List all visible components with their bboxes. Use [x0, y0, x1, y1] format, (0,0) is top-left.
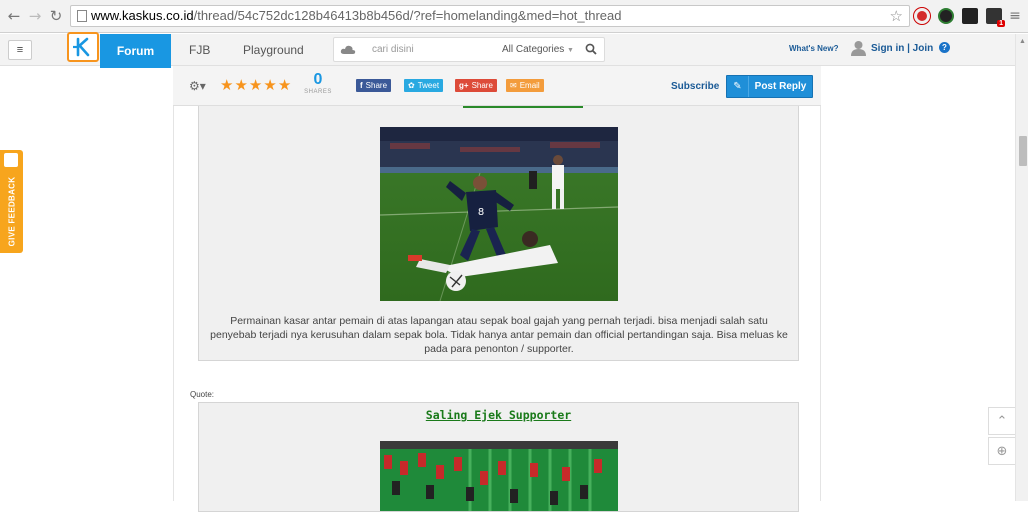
- back-icon[interactable]: ←: [6, 7, 22, 25]
- post-reply-label: Post Reply: [754, 81, 807, 92]
- extension-badge: 1: [997, 20, 1005, 27]
- help-icon[interactable]: ?: [939, 42, 950, 53]
- page-icon: [77, 10, 87, 22]
- search-icon[interactable]: [585, 43, 597, 55]
- opera-extension-icon[interactable]: [914, 8, 930, 24]
- browser-toolbar: ← → ↻ www.kaskus.co.id/thread/54c752dc12…: [0, 0, 1028, 33]
- gplus-icon: g+: [459, 81, 469, 90]
- tab-fjb[interactable]: FJB: [189, 34, 210, 66]
- star-icon[interactable]: ★: [234, 77, 247, 93]
- star-icon[interactable]: ★: [263, 77, 276, 93]
- category-select[interactable]: All Categories ▼: [502, 44, 574, 55]
- svg-text:8: 8: [478, 207, 484, 218]
- extension-icon[interactable]: [938, 8, 954, 24]
- star-icon[interactable]: ★: [220, 77, 233, 93]
- email-icon: ✉: [510, 81, 517, 90]
- add-button[interactable]: ⊕: [988, 437, 1016, 465]
- email-button[interactable]: ✉ Email: [506, 79, 544, 92]
- twitter-icon: ✿: [408, 81, 415, 90]
- sign-in-link[interactable]: Sign in | Join: [871, 43, 933, 54]
- give-feedback-tab[interactable]: GIVE FEEDBACK: [0, 150, 23, 253]
- reload-icon[interactable]: ↻: [48, 7, 64, 25]
- bookmark-star-icon[interactable]: ☆: [890, 6, 903, 26]
- football-foul-photo: 8: [380, 127, 618, 301]
- scroll-to-top-button[interactable]: ⌃: [988, 407, 1016, 435]
- post-reply-button[interactable]: ✎ Post Reply: [726, 75, 813, 98]
- url-path: /thread/54c752dc128b46413b8b456d/?ref=ho…: [193, 8, 622, 23]
- rating-stars[interactable]: ★ ★ ★ ★ ★: [220, 77, 291, 93]
- tab-forum[interactable]: Forum: [100, 34, 171, 68]
- star-icon[interactable]: ★: [278, 77, 291, 93]
- extension-icon-2[interactable]: [962, 8, 978, 24]
- email-label: Email: [519, 81, 540, 90]
- post-caption: Permainan kasar antar pemain di atas lap…: [210, 315, 788, 355]
- quote-title-link[interactable]: Saling Ejek Supporter: [199, 408, 798, 422]
- quote-block: 8 Permainan kasar antar pemain di atas l…: [198, 106, 799, 361]
- chrome-menu-icon[interactable]: ≡: [1007, 8, 1023, 24]
- kaskus-logo[interactable]: [67, 32, 99, 62]
- twitter-tweet-button[interactable]: ✿ Tweet: [404, 79, 444, 92]
- scroll-up-arrow-icon[interactable]: ▲: [1019, 38, 1026, 45]
- chevron-down-icon: ▼: [567, 47, 574, 54]
- user-icon: [851, 41, 866, 56]
- gear-icon[interactable]: ⚙▾: [189, 79, 206, 93]
- pencil-icon: ✎: [727, 76, 749, 97]
- share-count-value: 0: [313, 71, 323, 88]
- chevron-up-icon: ⌃: [996, 413, 1008, 429]
- scrollbar-thumb[interactable]: [1019, 136, 1027, 166]
- site-header: ≡ Forum FJB Playground cari disini All C…: [0, 32, 1015, 68]
- thread-toolbar: ⚙▾ ★ ★ ★ ★ ★ 0 SHARES f Share ✿ Tweet g+ Sh…: [173, 66, 821, 106]
- gplus-share-button[interactable]: g+ Share: [455, 79, 497, 92]
- star-icon[interactable]: ★: [249, 77, 262, 93]
- facebook-icon: f: [360, 81, 363, 90]
- extension-icon-3[interactable]: 1: [986, 8, 1005, 27]
- twitter-tweet-label: Tweet: [417, 81, 440, 90]
- tab-playground[interactable]: Playground: [243, 34, 304, 66]
- cloud-icon: [340, 45, 356, 54]
- forward-icon[interactable]: →: [27, 7, 43, 25]
- share-count: 0 SHARES: [304, 71, 332, 95]
- facebook-share-button[interactable]: f Share: [356, 79, 392, 92]
- address-bar[interactable]: www.kaskus.co.id/thread/54c752dc128b4641…: [70, 5, 910, 27]
- quote-block: Saling Ejek Supporter: [198, 402, 799, 512]
- scrollbar[interactable]: ▲: [1015, 34, 1028, 501]
- category-select-label: All Categories: [502, 44, 565, 55]
- share-count-label: SHARES: [304, 89, 332, 95]
- post-content: 8 Permainan kasar antar pemain di atas l…: [173, 106, 821, 512]
- url-host: www.kaskus.co.id: [91, 8, 194, 23]
- gplus-share-label: Share: [471, 81, 493, 90]
- facebook-share-label: Share: [365, 81, 388, 90]
- green-divider: [463, 106, 583, 108]
- quote-label: Quote:: [190, 390, 215, 399]
- feedback-label: GIVE FEEDBACK: [7, 176, 17, 247]
- hamburger-menu-icon[interactable]: ≡: [8, 40, 32, 60]
- search-box[interactable]: cari disini All Categories ▼: [333, 37, 605, 62]
- whats-new-link[interactable]: What's New?: [789, 44, 838, 53]
- feedback-icon: [4, 153, 18, 167]
- subscribe-link[interactable]: Subscribe: [671, 81, 719, 92]
- search-input[interactable]: cari disini: [372, 44, 414, 55]
- plus-circle-icon: ⊕: [996, 443, 1008, 459]
